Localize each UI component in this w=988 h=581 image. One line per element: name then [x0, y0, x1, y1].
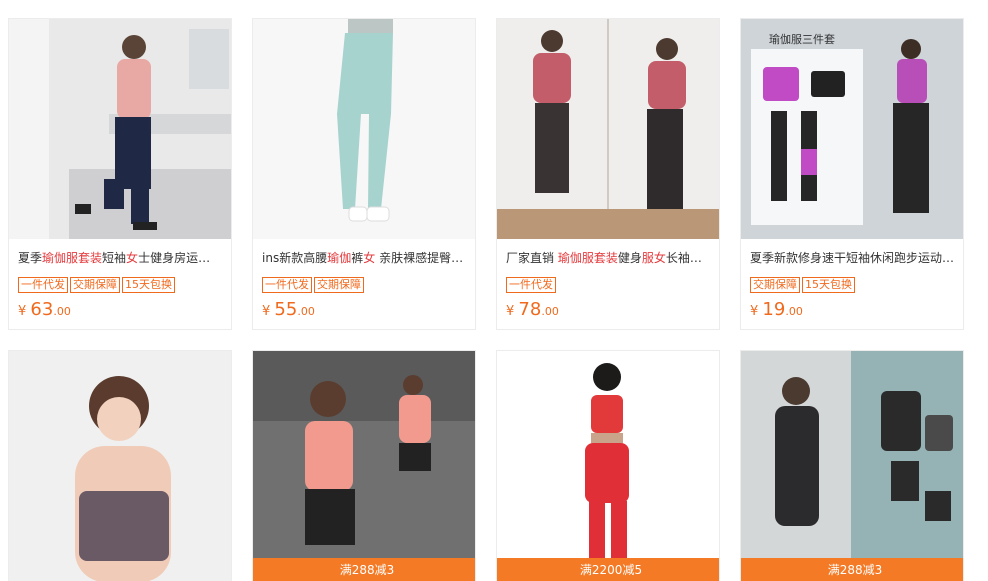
product-card[interactable] [8, 350, 232, 581]
woman-pink-tee-navy-joggers-icon [9, 19, 231, 239]
product-image[interactable]: 满288减3 [741, 351, 963, 581]
product-card[interactable]: 满288减3 [740, 350, 964, 581]
product-image[interactable]: 瑜伽服三件套 [741, 19, 963, 239]
woman-red-mesh-set-icon [497, 351, 719, 581]
product-card[interactable]: 满2200减5 [496, 350, 720, 581]
tag-dropship: 一件代发 [506, 277, 556, 293]
two-women-pink-longsleeve-icon [497, 19, 719, 239]
service-tags: 交期保障 15天包换 [750, 273, 954, 293]
tag-delivery-guarantee: 交期保障 [750, 277, 800, 293]
product-grid: 夏季瑜伽服套装短袖女士健身房运动… 一件代发 交期保障 15天包换 ¥ 63.00 … [0, 0, 988, 581]
product-card[interactable]: 夏季瑜伽服套装短袖女士健身房运动… 一件代发 交期保障 15天包换 ¥ 63.00 [8, 18, 232, 330]
price: ¥ 78.00 [506, 299, 559, 320]
price: ¥ 19.00 [750, 299, 803, 320]
tag-dropship: 一件代发 [262, 277, 312, 293]
product-title[interactable]: ins新款高腰瑜伽裤女 亲肤裸感提臀… [262, 250, 466, 266]
service-tags: 一件代发 交期保障 15天包换 [18, 273, 222, 293]
woman-grey-longsleeve-set-icon [741, 351, 963, 581]
tag-15-day-exchange: 15天包换 [122, 277, 175, 293]
tag-delivery-guarantee: 交期保障 [70, 277, 120, 293]
service-tags: 一件代发 [506, 273, 710, 293]
product-card[interactable]: 满288减3 [252, 350, 476, 581]
tag-dropship: 一件代发 [18, 277, 68, 293]
product-image[interactable]: 满2200减5 [497, 351, 719, 581]
price: ¥ 55.00 [262, 299, 315, 320]
three-piece-set-icon [741, 19, 963, 239]
product-image[interactable] [9, 351, 231, 581]
price: ¥ 63.00 [18, 299, 71, 320]
mint-leggings-icon [253, 19, 475, 239]
promo-banner[interactable]: 满288减3 [253, 558, 475, 581]
tag-15-day-exchange: 15天包换 [802, 277, 855, 293]
product-image[interactable] [497, 19, 719, 239]
product-title[interactable]: 夏季新款修身速干短袖休闲跑步运动… [750, 250, 954, 266]
product-card[interactable]: ins新款高腰瑜伽裤女 亲肤裸感提臀… 一件代发 交期保障 ¥ 55.00 [252, 18, 476, 330]
product-title[interactable]: 厂家直销 瑜伽服套装健身服女长袖… [506, 250, 710, 266]
promo-banner[interactable]: 满288减3 [741, 558, 963, 581]
product-card[interactable]: 厂家直销 瑜伽服套装健身服女长袖… 一件代发 ¥ 78.00 [496, 18, 720, 330]
product-title[interactable]: 夏季瑜伽服套装短袖女士健身房运动… [18, 250, 222, 266]
product-card[interactable]: 瑜伽服三件套 夏季新款修身速干短袖休闲跑步运动… 交期保障 15天包换 ¥ 19.… [740, 18, 964, 330]
tag-delivery-guarantee: 交期保障 [314, 277, 364, 293]
product-image[interactable]: 满288减3 [253, 351, 475, 581]
service-tags: 一件代发 交期保障 [262, 273, 466, 293]
product-image[interactable] [9, 19, 231, 239]
promo-banner[interactable]: 满2200减5 [497, 558, 719, 581]
product-image[interactable] [253, 19, 475, 239]
woman-coral-tee-shorts-icon [253, 351, 475, 581]
image-caption: 瑜伽服三件套 [769, 33, 835, 46]
woman-purple-crop-top-icon [9, 351, 231, 581]
